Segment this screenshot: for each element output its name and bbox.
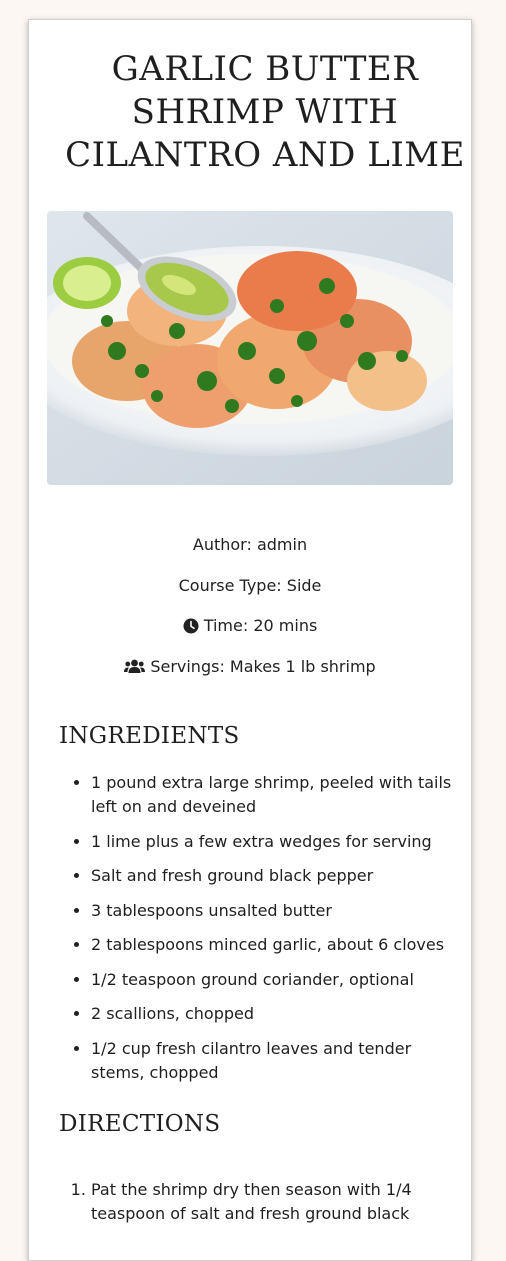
servings-text: Servings: Makes 1 lb shrimp [150, 656, 376, 676]
servings-line: Servings: Makes 1 lb shrimp [29, 656, 471, 678]
recipe-image [47, 211, 453, 485]
directions-list: Pat the shrimp dry then season with 1/4 … [91, 1178, 461, 1237]
directions-heading: DIRECTIONS [59, 1111, 221, 1137]
author-line: Author: admin [29, 534, 471, 556]
ingredient-item: 2 tablespoons minced garlic, about 6 clo… [91, 933, 461, 957]
users-icon [124, 659, 146, 674]
recipe-title: GARLIC BUTTER SHRIMP WITH CILANTRO AND L… [65, 49, 465, 175]
time-text: Time: 20 mins [203, 616, 318, 635]
ingredient-item: 1/2 cup fresh cilantro leaves and tender… [91, 1037, 461, 1085]
ingredients-heading: INGREDIENTS [59, 723, 240, 749]
ingredient-item: 3 tablespoons unsalted butter [91, 899, 461, 923]
recipe-meta: Author: admin Course Type: Side Time: 20… [29, 534, 471, 696]
ingredient-item: 1/2 teaspoon ground coriander, optional [91, 968, 461, 992]
recipe-card: GARLIC BUTTER SHRIMP WITH CILANTRO AND L… [28, 19, 472, 1261]
ingredient-item: 2 scallions, chopped [91, 1002, 461, 1026]
ingredients-list: 1 pound extra large shrimp, peeled with … [91, 771, 461, 1095]
time-line: Time: 20 mins [29, 615, 471, 637]
author-text: Author: admin [192, 535, 308, 554]
ingredient-item: 1 pound extra large shrimp, peeled with … [91, 771, 461, 819]
ingredient-item: Salt and fresh ground black pepper [91, 864, 461, 888]
clock-icon [183, 618, 199, 634]
course-line: Course Type: Side [29, 575, 471, 597]
direction-step: Pat the shrimp dry then season with 1/4 … [91, 1178, 461, 1226]
course-text: Course Type: Side [178, 575, 322, 595]
ingredient-item: 1 lime plus a few extra wedges for servi… [91, 830, 461, 854]
